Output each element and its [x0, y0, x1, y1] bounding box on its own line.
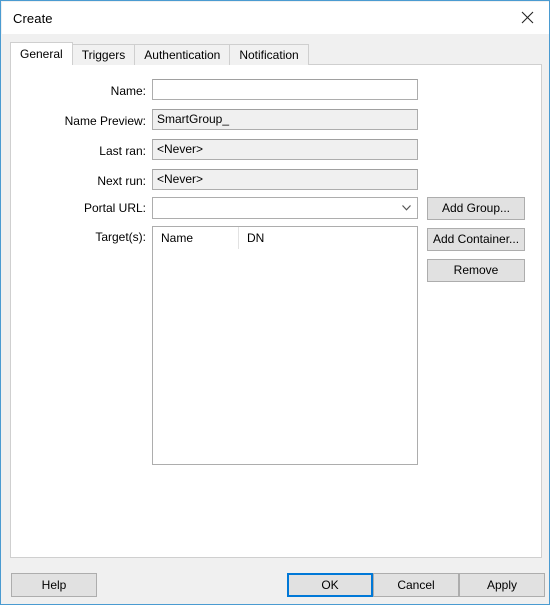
- window-title: Create: [13, 11, 53, 26]
- next-run-field: <Never>: [152, 169, 418, 190]
- label-portal-url: Portal URL:: [83, 201, 146, 215]
- name-preview-field: SmartGroup_: [152, 109, 418, 130]
- label-name: Name:: [110, 84, 146, 98]
- tab-authentication[interactable]: Authentication: [134, 44, 231, 65]
- tab-strip: General Triggers Authentication Notifica…: [10, 42, 309, 65]
- label-next-run: Next run:: [97, 174, 146, 188]
- last-ran-field: <Never>: [152, 139, 418, 160]
- help-button[interactable]: Help: [11, 573, 97, 597]
- listview-header: Name DN: [153, 227, 417, 251]
- add-container-button[interactable]: Add Container...: [427, 228, 525, 251]
- label-targets: Target(s):: [95, 230, 146, 244]
- tab-general[interactable]: General: [10, 42, 73, 65]
- tab-triggers[interactable]: Triggers: [71, 44, 136, 65]
- column-header-name[interactable]: Name: [153, 227, 239, 249]
- apply-button[interactable]: Apply: [459, 573, 545, 597]
- tab-notification[interactable]: Notification: [229, 44, 309, 65]
- name-input[interactable]: [152, 79, 418, 100]
- create-dialog: Create General Triggers Authentication N…: [0, 0, 550, 605]
- add-group-button[interactable]: Add Group...: [427, 197, 525, 220]
- label-last-ran: Last ran:: [99, 144, 146, 158]
- targets-listview[interactable]: Name DN: [152, 226, 418, 465]
- chevron-down-icon[interactable]: [397, 198, 416, 218]
- listview-body[interactable]: [153, 250, 417, 464]
- close-icon[interactable]: [505, 2, 549, 33]
- ok-button[interactable]: OK: [287, 573, 373, 597]
- column-header-dn[interactable]: DN: [239, 227, 417, 249]
- cancel-button[interactable]: Cancel: [373, 573, 459, 597]
- title-bar: Create: [2, 2, 549, 34]
- portal-url-combobox[interactable]: [152, 197, 418, 219]
- remove-button[interactable]: Remove: [427, 259, 525, 282]
- label-name-preview: Name Preview:: [64, 114, 146, 128]
